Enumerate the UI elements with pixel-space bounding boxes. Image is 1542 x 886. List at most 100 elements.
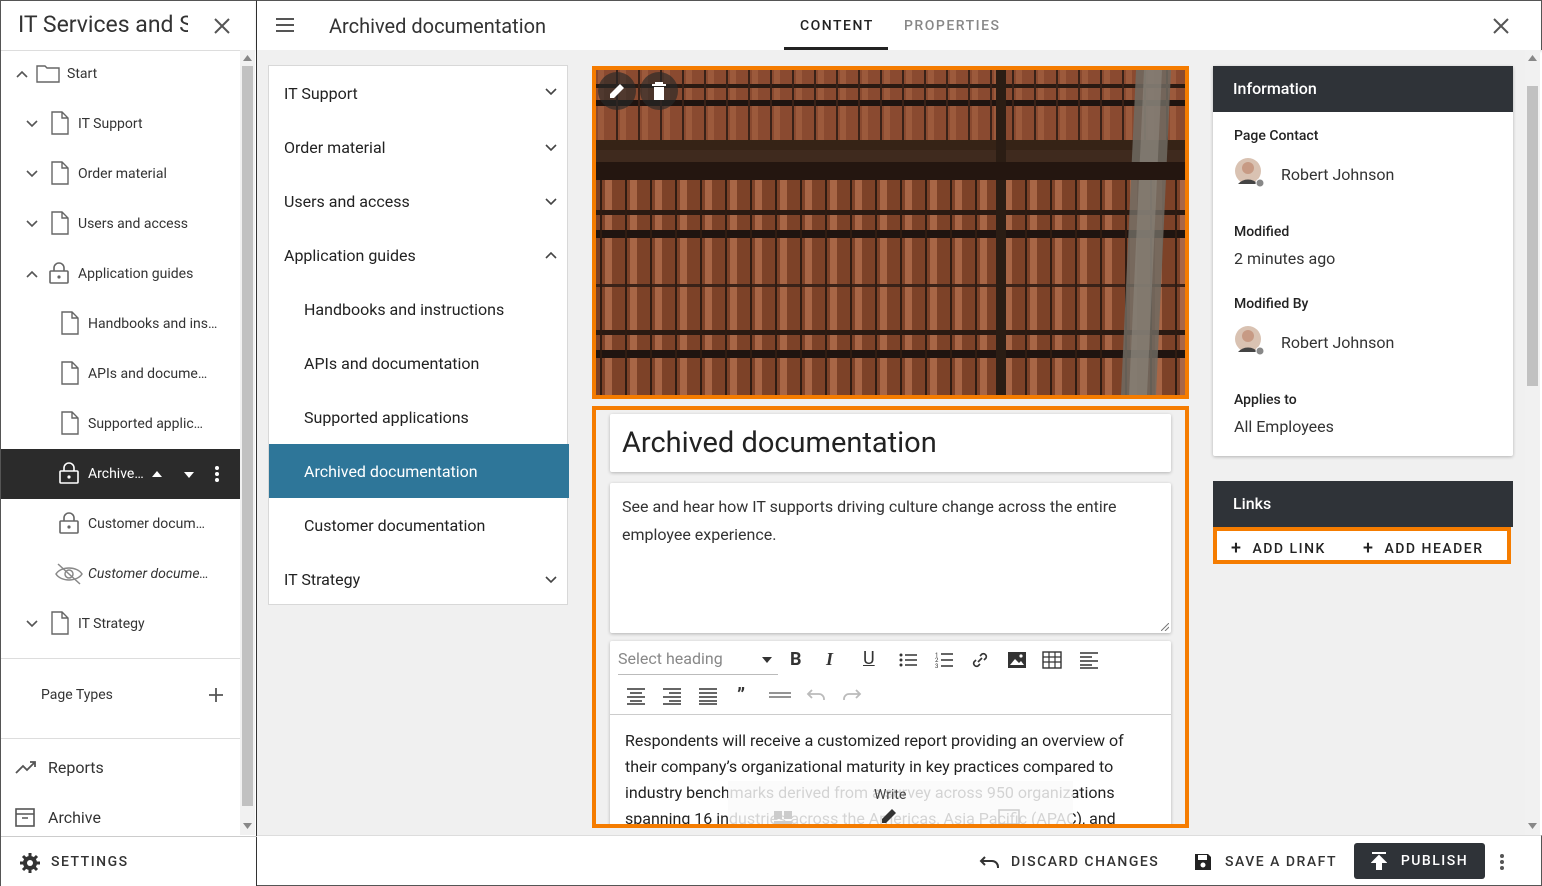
scroll-down-arrow-icon[interactable] xyxy=(243,823,252,829)
chevron-down-icon[interactable] xyxy=(25,617,39,631)
tree-item-it-strategy[interactable]: IT Strategy xyxy=(1,599,240,649)
add-link-button[interactable]: + ADD LINK xyxy=(1231,538,1326,559)
tree-scrollbar-thumb[interactable] xyxy=(242,66,253,806)
image-icon[interactable] xyxy=(1007,651,1027,669)
move-up-icon[interactable] xyxy=(151,469,163,479)
chevron-up-icon[interactable] xyxy=(25,267,39,281)
blockquote-icon[interactable]: ” xyxy=(737,683,745,707)
align-justify-icon[interactable] xyxy=(698,687,718,705)
lock-icon xyxy=(59,462,79,484)
pencil-icon[interactable] xyxy=(880,807,898,825)
tree-item-customer-documentation-hidden[interactable]: Customer documentation xyxy=(1,549,240,599)
redo-icon[interactable] xyxy=(842,688,862,702)
avatar[interactable] xyxy=(1234,157,1264,187)
page-icon xyxy=(61,411,79,435)
reports-link[interactable]: Reports xyxy=(1,746,240,788)
archive-link[interactable]: Archive xyxy=(1,796,240,838)
save-draft-button[interactable]: SAVE A DRAFT xyxy=(1194,836,1337,886)
chevron-up-icon[interactable] xyxy=(15,67,29,81)
chevron-down-icon[interactable] xyxy=(25,217,39,231)
nav-item-it-strategy[interactable]: IT Strategy xyxy=(269,552,569,606)
scroll-down-arrow-icon[interactable] xyxy=(1528,823,1537,829)
nav-item-application-guides[interactable]: Application guides xyxy=(269,228,569,282)
hero-image[interactable] xyxy=(592,66,1189,399)
align-center-icon[interactable] xyxy=(626,687,646,705)
more-vertical-icon[interactable] xyxy=(213,465,221,483)
italic-icon[interactable]: I xyxy=(826,649,833,670)
tree-item-apis[interactable]: APIs and documentation xyxy=(1,349,240,399)
tree-item-start[interactable]: Start xyxy=(1,49,240,99)
scroll-up-arrow-icon[interactable] xyxy=(243,55,252,61)
chevron-down-icon[interactable] xyxy=(545,198,557,206)
chevron-up-icon[interactable] xyxy=(545,251,557,259)
tree-item-application-guides[interactable]: Application guides xyxy=(1,249,240,299)
horizontal-line-icon[interactable] xyxy=(769,692,791,698)
page-navigation-card: IT Support Order material Users and acce… xyxy=(268,65,569,606)
heading-select[interactable]: Select heading xyxy=(618,649,778,675)
embed-icon[interactable] xyxy=(998,809,1020,825)
avatar[interactable] xyxy=(1234,325,1264,355)
move-down-icon[interactable] xyxy=(183,470,195,480)
settings-button[interactable]: SETTINGS xyxy=(1,837,256,886)
lock-icon xyxy=(59,512,79,534)
nav-item-it-support[interactable]: IT Support xyxy=(269,66,569,120)
tree-item-archived-documentation[interactable]: Archived documentation xyxy=(1,449,240,499)
nav-item-apis[interactable]: APIs and documentation xyxy=(269,336,569,390)
tree-item-label: Supported applications xyxy=(88,416,210,432)
nav-item-label: APIs and documentation xyxy=(304,353,480,373)
tree-item-order-material[interactable]: Order material xyxy=(1,149,240,199)
nav-item-archived-documentation[interactable]: Archived documentation xyxy=(269,444,569,498)
tree-item-supported-applications[interactable]: Supported applications xyxy=(1,399,240,449)
tree-item-users-and-access[interactable]: Users and access xyxy=(1,199,240,249)
chevron-down-icon[interactable] xyxy=(545,576,557,584)
block-insert-overlay: Write xyxy=(728,781,1073,828)
menu-icon[interactable] xyxy=(276,18,294,32)
resize-handle-icon[interactable] xyxy=(1161,623,1169,631)
scroll-up-arrow-icon[interactable] xyxy=(1528,55,1537,61)
tree-item-handbooks[interactable]: Handbooks and instructions xyxy=(1,299,240,349)
content-title[interactable]: Archived documentation xyxy=(622,426,937,460)
nav-item-supported-applications[interactable]: Supported applications xyxy=(269,390,569,444)
chevron-down-icon[interactable] xyxy=(25,167,39,181)
nav-item-users-and-access[interactable]: Users and access xyxy=(269,174,569,228)
close-icon[interactable] xyxy=(1491,16,1511,36)
chevron-down-icon[interactable] xyxy=(25,117,39,131)
nav-item-order-material[interactable]: Order material xyxy=(269,120,569,174)
align-left-icon[interactable] xyxy=(1079,651,1099,669)
delete-image-button[interactable] xyxy=(640,72,678,110)
publish-button[interactable]: PUBLISH xyxy=(1354,843,1485,879)
underline-icon[interactable]: U xyxy=(863,648,875,669)
nav-item-customer-documentation[interactable]: Customer documentation xyxy=(269,498,569,552)
intro-text[interactable]: See and hear how IT supports driving cul… xyxy=(622,493,1142,549)
tree-item-label: Customer documentation xyxy=(88,516,212,532)
numbered-list-icon[interactable]: 123 xyxy=(935,651,953,669)
edit-image-button[interactable] xyxy=(598,72,636,110)
align-right-icon[interactable] xyxy=(662,687,682,705)
tab-properties[interactable]: PROPERTIES xyxy=(904,18,1000,34)
bullet-list-icon[interactable] xyxy=(899,652,917,668)
more-vertical-icon[interactable] xyxy=(1499,853,1505,871)
discard-changes-button[interactable]: DISCARD CHANGES xyxy=(979,836,1159,886)
tree-item-it-support[interactable]: IT Support xyxy=(1,99,240,149)
chevron-down-icon[interactable] xyxy=(545,88,557,96)
bold-icon[interactable]: B xyxy=(790,649,802,670)
undo-icon[interactable] xyxy=(806,688,826,702)
nav-item-handbooks[interactable]: Handbooks and instructions xyxy=(269,282,569,336)
layout-icon[interactable] xyxy=(774,811,792,828)
link-icon[interactable] xyxy=(971,651,989,669)
nav-item-label: Users and access xyxy=(284,191,410,211)
title-card[interactable]: Archived documentation xyxy=(610,414,1171,472)
page-contact-name[interactable]: Robert Johnson xyxy=(1281,165,1394,184)
content-scrollbar-thumb[interactable] xyxy=(1527,86,1538,386)
intro-textarea[interactable]: See and hear how IT supports driving cul… xyxy=(610,483,1171,633)
table-icon[interactable] xyxy=(1042,651,1062,669)
chevron-down-icon[interactable] xyxy=(545,144,557,152)
modified-by-name[interactable]: Robert Johnson xyxy=(1281,333,1394,352)
add-header-button[interactable]: + ADD HEADER xyxy=(1363,538,1484,559)
applies-to-label: Applies to xyxy=(1234,392,1297,408)
close-panel-icon[interactable] xyxy=(211,15,233,37)
tree-item-customer-documentation-locked[interactable]: Customer documentation xyxy=(1,499,240,549)
applies-to-value: All Employees xyxy=(1234,417,1334,436)
tab-content[interactable]: CONTENT xyxy=(800,18,874,34)
add-page-type-icon[interactable] xyxy=(207,686,225,704)
